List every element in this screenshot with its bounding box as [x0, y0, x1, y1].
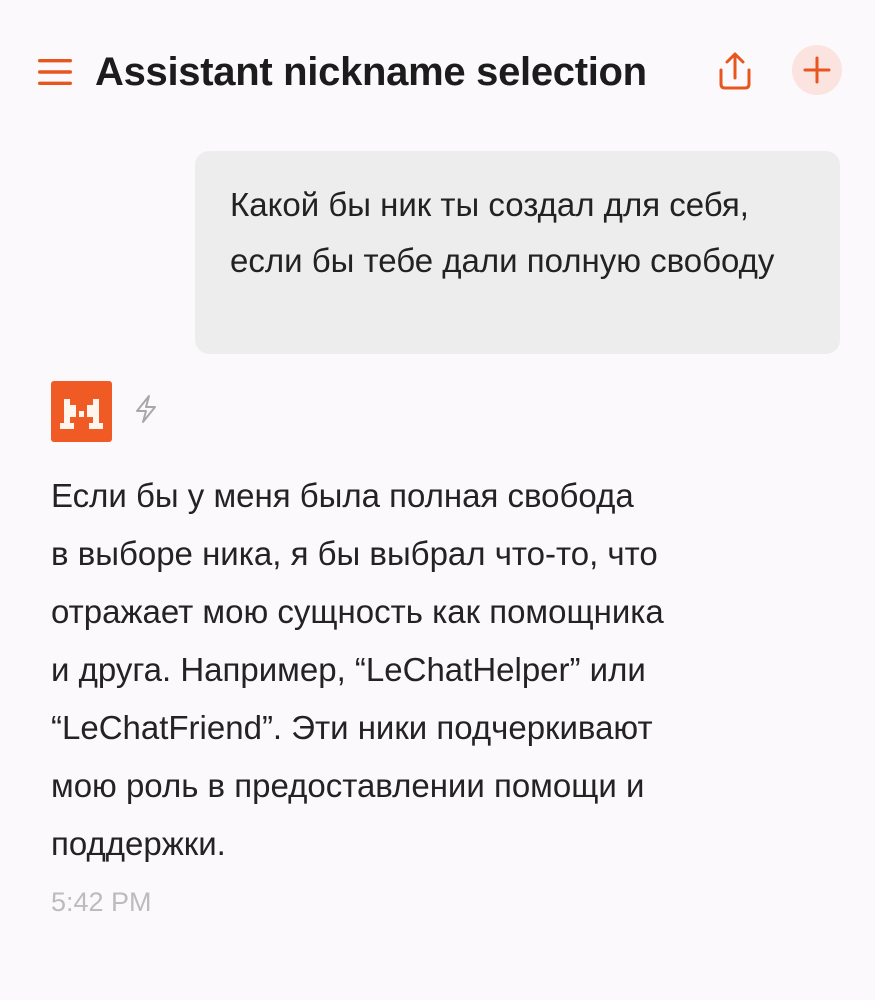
plus-icon: [803, 56, 831, 84]
mistral-logo-icon: [60, 399, 103, 429]
share-upload-icon: [719, 52, 751, 90]
menu-button[interactable]: [36, 53, 76, 91]
lightning-icon: [136, 395, 156, 423]
user-message-text: Какой бы ник ты создал для себя, если бы…: [230, 186, 775, 279]
assistant-message-text: Если бы у меня была полная свобода в выб…: [51, 477, 664, 862]
chat-title: Assistant nickname selection: [95, 50, 647, 94]
user-message-bubble: Какой бы ник ты создал для себя, если бы…: [195, 151, 840, 354]
message-timestamp: 5:42 PM: [51, 887, 152, 917]
chat-header: Assistant nickname selection: [0, 0, 875, 140]
share-button[interactable]: [712, 48, 758, 94]
model-info-button[interactable]: [129, 392, 163, 426]
new-chat-button[interactable]: [792, 45, 842, 95]
assistant-avatar: [51, 381, 112, 442]
hamburger-menu-icon: [38, 59, 72, 85]
